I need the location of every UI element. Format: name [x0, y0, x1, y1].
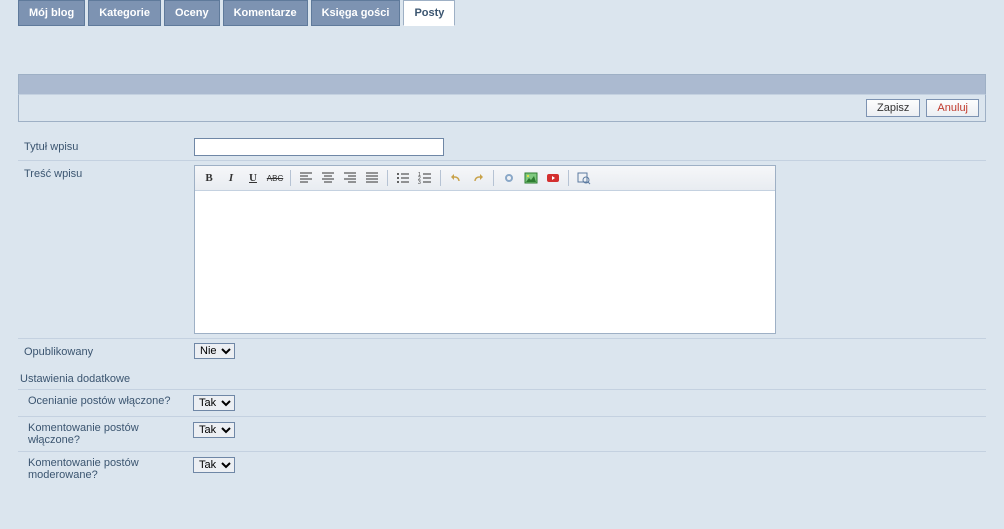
- tab-ksiega-gosci[interactable]: Księga gości: [311, 0, 401, 26]
- separator: [290, 170, 291, 186]
- cancel-button[interactable]: Anuluj: [926, 99, 979, 117]
- ordered-list-icon[interactable]: 123: [416, 169, 434, 187]
- preview-icon[interactable]: [575, 169, 593, 187]
- separator: [493, 170, 494, 186]
- rating-enabled-select[interactable]: Tak: [193, 395, 235, 411]
- title-label: Tytuł wpisu: [24, 138, 194, 153]
- align-left-icon[interactable]: [297, 169, 315, 187]
- comments-moderated-select[interactable]: Tak: [193, 457, 235, 473]
- header-bar: [18, 74, 986, 94]
- underline-icon[interactable]: U: [244, 169, 262, 187]
- tab-kategorie[interactable]: Kategorie: [88, 0, 161, 26]
- unordered-list-icon[interactable]: [394, 169, 412, 187]
- tab-oceny[interactable]: Oceny: [164, 0, 220, 26]
- editor-textarea[interactable]: [195, 191, 775, 333]
- form: Tytuł wpisu Treść wpisu B I U ABC: [18, 134, 986, 363]
- tab-komentarze[interactable]: Komentarze: [223, 0, 308, 26]
- redo-icon[interactable]: [469, 169, 487, 187]
- separator: [387, 170, 388, 186]
- published-select[interactable]: Nie: [194, 343, 235, 359]
- italic-icon[interactable]: I: [222, 169, 240, 187]
- editor-toolbar: B I U ABC 123: [195, 166, 775, 191]
- tab-moj-blog[interactable]: Mój blog: [18, 0, 85, 26]
- rich-text-editor: B I U ABC 123: [194, 165, 776, 334]
- align-right-icon[interactable]: [341, 169, 359, 187]
- youtube-icon[interactable]: [544, 169, 562, 187]
- tabs: Mój blog Kategorie Oceny Komentarze Księ…: [18, 0, 986, 26]
- comments-enabled-select[interactable]: Tak: [193, 422, 235, 438]
- strikethrough-icon[interactable]: ABC: [266, 169, 284, 187]
- image-icon[interactable]: [522, 169, 540, 187]
- comments-enabled-label: Komentowanie postów włączone?: [28, 422, 193, 446]
- published-label: Opublikowany: [24, 343, 194, 358]
- rating-enabled-label: Ocenianie postów włączone?: [28, 395, 193, 407]
- undo-icon[interactable]: [447, 169, 465, 187]
- additional-settings-header: Ustawienia dodatkowe: [18, 363, 986, 389]
- action-bar: Zapisz Anuluj: [18, 94, 986, 122]
- additional-settings: Ocenianie postów włączone? Tak Komentowa…: [18, 389, 986, 486]
- separator: [440, 170, 441, 186]
- separator: [568, 170, 569, 186]
- save-button[interactable]: Zapisz: [866, 99, 920, 117]
- comments-moderated-label: Komentowanie postów moderowane?: [28, 457, 193, 481]
- svg-text:3: 3: [418, 180, 421, 185]
- title-input[interactable]: [194, 138, 444, 156]
- align-center-icon[interactable]: [319, 169, 337, 187]
- tab-posty[interactable]: Posty: [403, 0, 455, 26]
- link-icon[interactable]: [500, 169, 518, 187]
- bold-icon[interactable]: B: [200, 169, 218, 187]
- content-label: Treść wpisu: [24, 165, 194, 180]
- align-justify-icon[interactable]: [363, 169, 381, 187]
